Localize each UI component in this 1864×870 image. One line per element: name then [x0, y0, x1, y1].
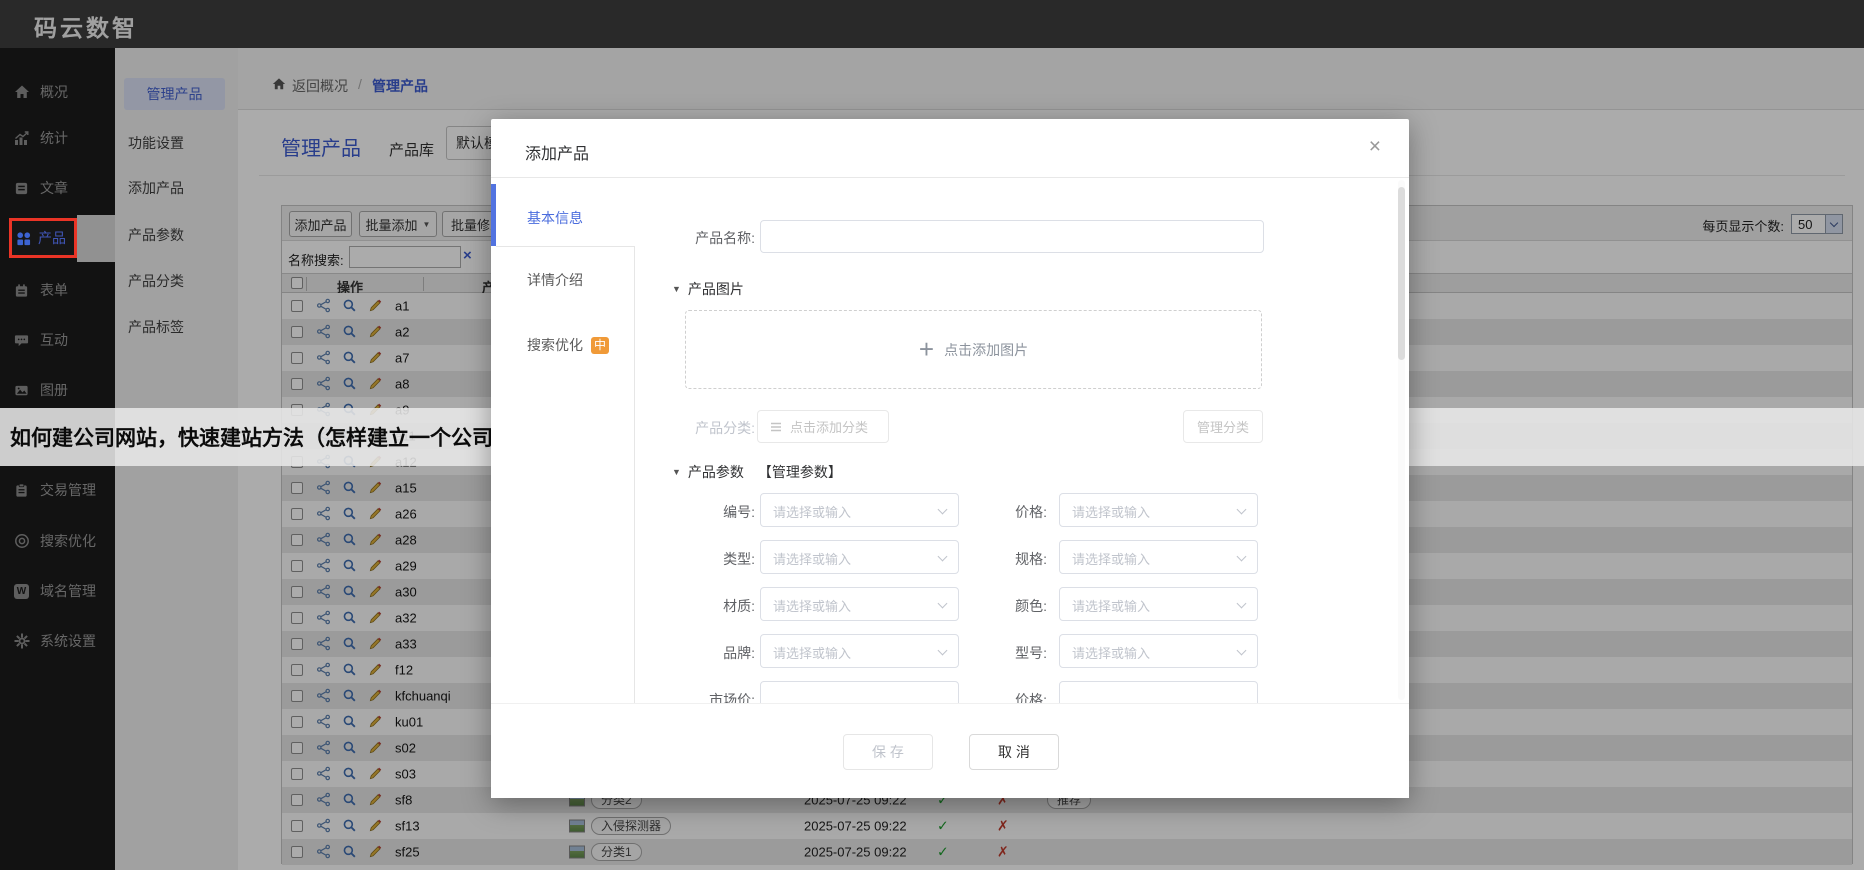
- section-product-params[interactable]: ▼ 产品参数 【管理参数】: [672, 462, 842, 482]
- tab-basic-info[interactable]: 基本信息: [527, 208, 583, 228]
- param-select-left[interactable]: 请选择或输入: [760, 634, 959, 668]
- product-name-label: 产品名称:: [695, 230, 755, 246]
- list-icon: [771, 422, 781, 431]
- product-name-input[interactable]: [760, 220, 1264, 253]
- param-label-left: 材质:: [723, 598, 755, 614]
- param-label-left: 品牌:: [723, 645, 755, 661]
- manage-params-link[interactable]: 【管理参数】: [758, 464, 842, 480]
- add-category-button[interactable]: 点击添加分类: [757, 410, 889, 443]
- divider: [496, 246, 634, 247]
- chevron-down-icon: [1236, 598, 1247, 609]
- param-label-left: 市场价:: [709, 692, 755, 703]
- section-product-images[interactable]: ▼ 产品图片: [672, 279, 744, 299]
- param-label-right: 价格:: [1015, 692, 1047, 703]
- param-label-right: 规格:: [1015, 551, 1047, 567]
- modal-footer: 保 存 取 消: [491, 703, 1409, 798]
- param-label-right: 颜色:: [1015, 598, 1047, 614]
- modal-header: 添加产品 ×: [491, 119, 1409, 178]
- param-label-left: 类型:: [723, 551, 755, 567]
- param-select-left[interactable]: 请选择或输入: [760, 587, 959, 621]
- modal-title: 添加产品: [525, 146, 590, 163]
- param-select-right[interactable]: 请选择或输入: [1059, 634, 1258, 668]
- param-input-left[interactable]: [760, 681, 959, 703]
- sidebar-item-products[interactable]: 产品: [9, 218, 77, 258]
- chevron-down-icon: [1236, 645, 1247, 656]
- tab-details[interactable]: 详情介绍: [527, 270, 583, 290]
- modal-body: 基本信息 详情介绍 搜索优化中 产品名称: ▼ 产品图片 + 点击添加图片 产品分…: [491, 178, 1409, 703]
- tab-seo[interactable]: 搜索优化中: [527, 335, 609, 355]
- chevron-down-icon: [1236, 551, 1247, 562]
- modal-scrollbar-thumb[interactable]: [1398, 187, 1405, 360]
- add-product-modal: 添加产品 × 基本信息 详情介绍 搜索优化中 产品名称: ▼ 产品图片 + 点击添…: [491, 119, 1409, 798]
- param-label-right: 价格:: [1015, 504, 1047, 520]
- cancel-button[interactable]: 取 消: [969, 734, 1059, 770]
- chevron-down-icon: [1236, 504, 1247, 515]
- param-select-right[interactable]: 请选择或输入: [1059, 587, 1258, 621]
- add-image-dropzone[interactable]: + 点击添加图片: [685, 310, 1262, 389]
- caption-text: 如何建公司网站，快速建站方法（怎样建立一个公司网站）: [10, 427, 556, 450]
- collapse-arrow-icon: ▼: [672, 284, 681, 294]
- param-select-left[interactable]: 请选择或输入: [760, 493, 959, 527]
- seo-status-badge: 中: [591, 337, 609, 354]
- category-label: 产品分类:: [695, 420, 755, 436]
- param-select-right[interactable]: 请选择或输入: [1059, 493, 1258, 527]
- param-label-left: 编号:: [723, 504, 755, 520]
- param-row: 编号: 请选择或输入 价格: 请选择或输入: [491, 485, 1409, 532]
- param-row: 市场价: 请选择或输入 价格: 请选择或输入: [491, 673, 1409, 703]
- collapse-arrow-icon: ▼: [672, 467, 681, 477]
- param-row: 类型: 请选择或输入 规格: 请选择或输入: [491, 532, 1409, 579]
- param-label-right: 型号:: [1015, 645, 1047, 661]
- param-row: 品牌: 请选择或输入 型号: 请选择或输入: [491, 626, 1409, 673]
- active-tab-indicator: [491, 184, 496, 246]
- manage-category-button[interactable]: 管理分类: [1183, 410, 1263, 443]
- param-select-left[interactable]: 请选择或输入: [760, 540, 959, 574]
- save-button[interactable]: 保 存: [843, 734, 933, 770]
- close-icon[interactable]: ×: [1369, 135, 1381, 159]
- plus-icon: +: [918, 334, 935, 364]
- param-input-right[interactable]: [1059, 681, 1258, 703]
- param-row: 材质: 请选择或输入 颜色: 请选择或输入: [491, 579, 1409, 626]
- param-select-right[interactable]: 请选择或输入: [1059, 540, 1258, 574]
- products-grid-icon: [16, 231, 31, 246]
- param-rows: 编号: 请选择或输入 价格: 请选择或输入 类型: 请选择或输入 规格: 请选择…: [491, 485, 1409, 703]
